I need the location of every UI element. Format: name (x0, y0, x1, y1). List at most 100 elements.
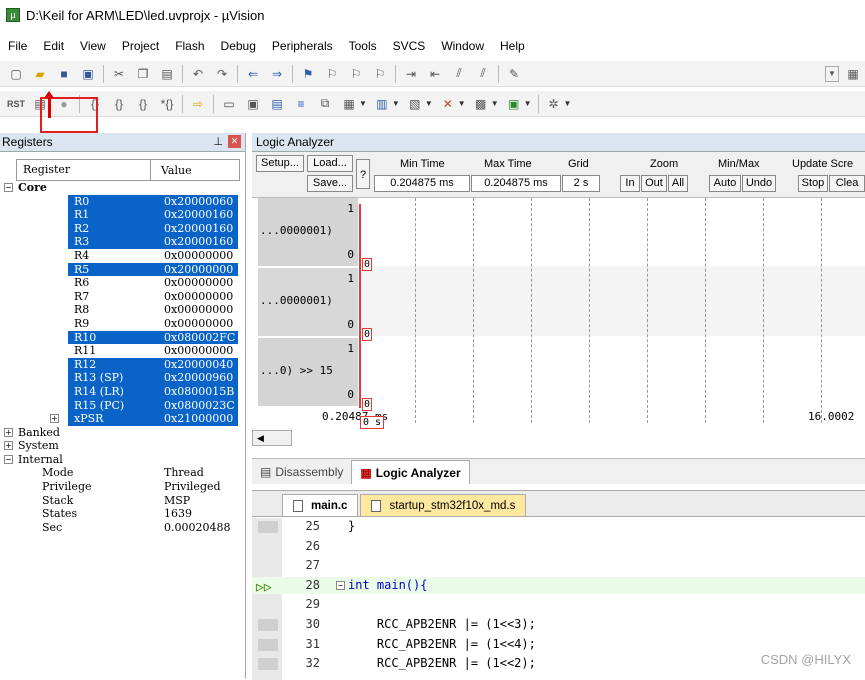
save-all-icon[interactable]: ▣ (78, 64, 98, 84)
system-viewer-dropdown-icon[interactable]: ▼ (524, 99, 532, 108)
register-row[interactable]: R00x20000060 (16, 195, 245, 209)
toolbox-dropdown-icon[interactable]: ▼ (564, 99, 572, 108)
register-value[interactable]: 0x20000160 (162, 235, 238, 249)
menu-flash[interactable]: Flash (167, 39, 212, 53)
disassembly-window-icon[interactable]: ▣ (243, 94, 263, 114)
menu-tools[interactable]: Tools (341, 39, 385, 53)
register-value[interactable]: 0x20000040 (162, 358, 238, 372)
expand-icon[interactable]: + (50, 414, 59, 423)
comment-icon[interactable]: ⫽ (449, 64, 469, 84)
open-folder-icon[interactable]: ▰ (30, 64, 50, 84)
code-line[interactable]: 28int main(){−▷▷ (252, 577, 865, 595)
save-button[interactable]: Save... (307, 175, 353, 192)
menu-view[interactable]: View (72, 39, 114, 53)
close-icon[interactable]: ✕ (228, 135, 241, 148)
zoom-in-button[interactable]: In (620, 175, 640, 192)
new-file-icon[interactable]: ▢ (6, 64, 26, 84)
cursor-line[interactable] (359, 204, 361, 408)
scroll-left-icon[interactable]: ◀ (252, 430, 292, 446)
call-stack-icon[interactable]: ⧉ (315, 94, 335, 114)
signal-row-2[interactable]: 1 ...0000001) 0 (258, 268, 358, 336)
prev-bookmark-icon[interactable]: ⚐ (322, 64, 342, 84)
tab-disassembly[interactable]: ▤Disassembly (252, 460, 351, 484)
trace-window-icon[interactable]: ▩ (471, 94, 491, 114)
tab-startup-file[interactable]: startup_stm32f10x_md.s (360, 494, 526, 516)
nav-back-icon[interactable]: ⇐ (243, 64, 263, 84)
register-row[interactable]: R70x00000000 (16, 290, 245, 304)
register-row[interactable]: R30x20000160 (16, 235, 245, 249)
nav-forward-icon[interactable]: ⇒ (267, 64, 287, 84)
analysis-dropdown-icon[interactable]: ▼ (458, 99, 466, 108)
register-value[interactable]: 0x00000000 (164, 290, 233, 304)
register-value[interactable]: 0x00000000 (164, 276, 233, 290)
clear-button[interactable]: Clea (829, 175, 865, 192)
bookmark-icon[interactable]: ⚑ (298, 64, 318, 84)
step-out-icon[interactable]: {} (133, 94, 153, 114)
undo-icon[interactable]: ↶ (188, 64, 208, 84)
register-row[interactable]: R40x00000000 (16, 249, 245, 263)
internal-row[interactable]: Sec0.00020488 (16, 521, 245, 535)
run-to-cursor-icon[interactable]: *{} (157, 94, 177, 114)
register-value[interactable]: 0x00000000 (164, 249, 233, 263)
menu-debug[interactable]: Debug (213, 39, 264, 53)
step-over-icon[interactable]: {} (109, 94, 129, 114)
trace-dropdown-icon[interactable]: ▼ (491, 99, 499, 108)
tree-group-core[interactable]: − Core (16, 181, 245, 195)
internal-row[interactable]: States1639 (16, 507, 245, 521)
watch-dropdown-icon[interactable]: ▼ (359, 99, 367, 108)
register-value[interactable]: 0x0800015B (162, 385, 238, 399)
internal-row[interactable]: StackMSP (16, 494, 245, 508)
collapse-icon[interactable]: − (4, 183, 13, 192)
tree-group-internal[interactable]: − Internal (16, 453, 245, 467)
menu-svcs[interactable]: SVCS (385, 39, 434, 53)
expand-icon[interactable]: + (4, 441, 13, 450)
register-row[interactable]: R14 (LR)0x0800015B (16, 385, 245, 399)
pin-icon[interactable]: ⊥ (213, 135, 223, 148)
logic-analyzer-waveforms[interactable]: 1 ...0000001) 0 1 ...0000001) 0 1 ...0) … (252, 198, 865, 458)
undo-button[interactable]: Undo (742, 175, 776, 192)
watch-window-icon[interactable]: ▦ (339, 94, 359, 114)
redo-icon[interactable]: ↷ (212, 64, 232, 84)
stop-button[interactable]: Stop (798, 175, 828, 192)
signal-row-3[interactable]: 1 ...0) >> 15 0 (258, 338, 358, 406)
register-value[interactable]: 0x20000160 (162, 208, 238, 222)
save-icon[interactable]: ■ (54, 64, 74, 84)
menu-help[interactable]: Help (492, 39, 533, 53)
serial-window-icon[interactable]: ▧ (405, 94, 425, 114)
registers-window-icon[interactable]: ≡ (291, 94, 311, 114)
zoom-out-button[interactable]: Out (641, 175, 667, 192)
tree-group-system[interactable]: + System (16, 439, 245, 453)
config-icon[interactable]: ▦ (843, 64, 863, 84)
code-line[interactable]: 29 (252, 596, 865, 614)
register-value[interactable]: 0x20000960 (162, 371, 238, 385)
signal-row-1[interactable]: 1 ...0000001) 0 (258, 198, 358, 266)
collapse-icon[interactable]: − (4, 455, 13, 464)
register-row[interactable]: R80x00000000 (16, 303, 245, 317)
register-row[interactable]: R100x080002FC (16, 331, 245, 345)
code-line[interactable]: 26 (252, 538, 865, 556)
system-viewer-icon[interactable]: ▣ (504, 94, 524, 114)
auto-button[interactable]: Auto (709, 175, 741, 192)
register-value[interactable]: 0x080002FC (162, 331, 238, 345)
internal-row[interactable]: PrivilegePrivileged (16, 480, 245, 494)
internal-row[interactable]: ModeThread (16, 466, 245, 480)
code-line[interactable]: 25} (252, 518, 865, 536)
register-value[interactable]: 0x21000000 (162, 412, 238, 426)
register-row[interactable]: R60x00000000 (16, 276, 245, 290)
register-row[interactable]: R50x20000000 (16, 263, 245, 277)
paste-icon[interactable]: ▤ (157, 64, 177, 84)
command-window-icon[interactable]: ▭ (219, 94, 239, 114)
register-value[interactable]: 0x20000000 (162, 263, 238, 277)
register-row[interactable]: R15 (PC)0x0800023C (16, 399, 245, 413)
dropdown-icon[interactable]: ▼ (825, 66, 839, 82)
register-value[interactable]: 0x20000160 (162, 222, 238, 236)
menu-file[interactable]: File (0, 39, 35, 53)
cut-icon[interactable]: ✂ (109, 64, 129, 84)
menu-edit[interactable]: Edit (35, 39, 72, 53)
help-button[interactable]: ? (356, 159, 370, 189)
register-row[interactable]: R13 (SP)0x20000960 (16, 371, 245, 385)
expand-icon[interactable]: + (4, 428, 13, 437)
show-next-statement-icon[interactable]: ⇨ (188, 94, 208, 114)
clear-bookmarks-icon[interactable]: ⚐ (370, 64, 390, 84)
register-value[interactable]: 0x0800023C (162, 399, 238, 413)
